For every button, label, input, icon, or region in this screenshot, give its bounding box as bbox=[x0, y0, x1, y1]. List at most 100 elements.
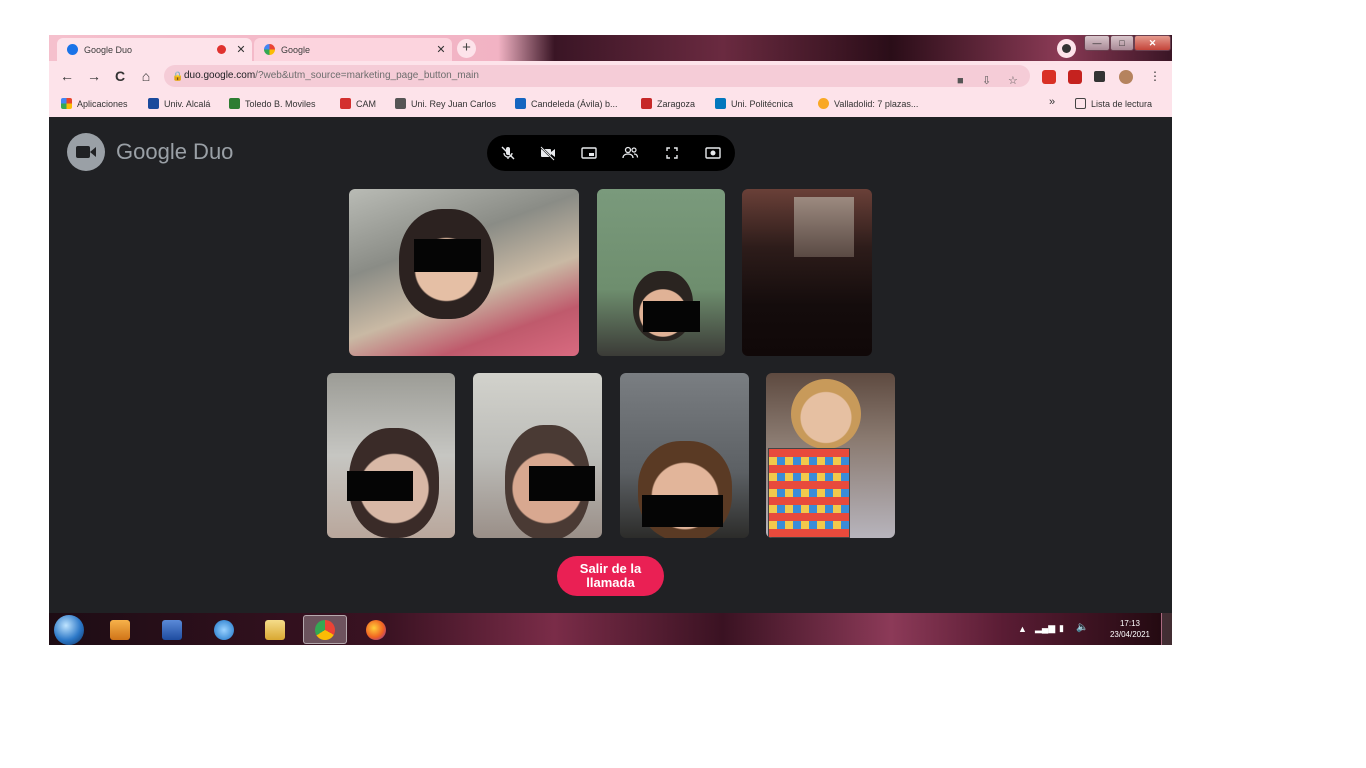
participant-video-tile bbox=[327, 373, 455, 538]
bookmark-favicon-icon bbox=[148, 98, 159, 109]
taskbar-chrome[interactable] bbox=[303, 615, 347, 644]
taskbar-word[interactable] bbox=[150, 615, 194, 644]
exit-call-button[interactable]: Salir de la llamada bbox=[557, 556, 664, 596]
home-icon[interactable]: ⌂ bbox=[137, 67, 155, 85]
reading-list-button[interactable]: Lista de lectura bbox=[1075, 98, 1152, 109]
bookmark-item[interactable]: Univ. Alcalá bbox=[148, 98, 210, 109]
system-clock[interactable]: 17:13 23/04/2021 bbox=[1110, 618, 1150, 640]
menu-kebab-icon[interactable]: ⋮ bbox=[1146, 67, 1164, 85]
participant-video-tile bbox=[473, 373, 602, 538]
volume-icon[interactable]: 🔈 bbox=[1076, 622, 1088, 633]
bookmark-favicon-icon bbox=[515, 98, 526, 109]
participant-video-tile bbox=[620, 373, 749, 538]
forward-icon[interactable]: → bbox=[85, 67, 103, 85]
apps-grid-icon bbox=[61, 98, 72, 109]
close-window-button[interactable]: ✕ bbox=[1134, 35, 1171, 51]
participant-video-tile bbox=[766, 373, 895, 538]
bookmark-item[interactable]: Aplicaciones bbox=[61, 98, 128, 109]
participant-video-tile bbox=[349, 189, 579, 356]
camera-in-use-icon[interactable]: ■ bbox=[957, 70, 964, 92]
bookmarks-bar: Aplicaciones Univ. Alcalá Toledo B. Movi… bbox=[49, 91, 1172, 117]
bookmark-favicon-icon bbox=[229, 98, 240, 109]
bookmark-label: Toledo B. Moviles bbox=[245, 98, 316, 109]
bookmark-item[interactable]: CAM bbox=[340, 98, 376, 109]
bookmark-label: Univ. Alcalá bbox=[164, 98, 211, 109]
reload-icon[interactable]: C bbox=[111, 67, 129, 85]
new-tab-button[interactable]: + bbox=[457, 39, 476, 58]
bookmark-favicon-icon bbox=[340, 98, 351, 109]
window-in-background bbox=[794, 197, 854, 257]
extensions-puzzle-icon[interactable] bbox=[1094, 71, 1105, 82]
close-tab-icon[interactable]: ✕ bbox=[234, 43, 248, 56]
bookmark-item[interactable]: Uni. Politécnica bbox=[715, 98, 793, 109]
bookmark-label: Zaragoza bbox=[657, 98, 696, 109]
face-blur-mask bbox=[643, 301, 700, 332]
maximize-button[interactable]: □ bbox=[1110, 35, 1134, 51]
participant-video-tile bbox=[597, 189, 725, 356]
bookmark-label: Candeleda (Ávila) b... bbox=[531, 98, 618, 109]
url-host: duo.google.com bbox=[184, 70, 256, 81]
install-app-icon[interactable]: ⇩ bbox=[982, 70, 991, 92]
call-controls-bar bbox=[487, 135, 735, 171]
duo-favicon-icon bbox=[67, 44, 78, 55]
reading-list-label: Lista de lectura bbox=[1091, 98, 1153, 109]
taskbar-internet-explorer[interactable] bbox=[202, 615, 246, 644]
duo-camera-icon bbox=[67, 133, 105, 171]
profile-avatar[interactable] bbox=[1119, 70, 1133, 84]
brand-name: Google Duo bbox=[116, 139, 234, 164]
bookmark-item[interactable]: Uni. Rey Juan Carlos bbox=[395, 98, 496, 109]
extension-2-icon[interactable] bbox=[1068, 70, 1082, 84]
bookmark-favicon-icon bbox=[818, 98, 829, 109]
start-button[interactable] bbox=[54, 615, 84, 645]
show-desktop-button[interactable] bbox=[1161, 613, 1172, 645]
taskbar-media-player[interactable] bbox=[98, 615, 142, 644]
face-blur-mask bbox=[529, 466, 595, 501]
taskbar-firefox[interactable] bbox=[354, 615, 398, 644]
url-path: /?web&utm_source=marketing_page_button_m… bbox=[255, 70, 479, 81]
bookmark-favicon-icon bbox=[641, 98, 652, 109]
tab-google-duo[interactable]: Google Duo ✕ bbox=[57, 38, 252, 61]
close-tab-icon[interactable]: ✕ bbox=[434, 43, 448, 56]
tab-strip: Google Duo ✕ Google ✕ + — □ ✕ bbox=[49, 35, 1172, 61]
word-icon bbox=[162, 619, 182, 640]
battery-icon[interactable]: ▮ bbox=[1059, 623, 1064, 634]
taskbar-file-explorer[interactable] bbox=[253, 615, 297, 644]
bookmark-item[interactable]: Zaragoza bbox=[641, 98, 695, 109]
back-icon[interactable]: ← bbox=[58, 67, 76, 85]
minimize-button[interactable]: — bbox=[1084, 35, 1110, 51]
bookmark-label: CAM bbox=[356, 98, 376, 109]
browser-toolbar: ← → C ⌂ 🔒 duo.google.com/?web&utm_source=… bbox=[49, 61, 1172, 91]
clock-date: 23/04/2021 bbox=[1109, 630, 1150, 639]
mic-off-icon[interactable] bbox=[499, 144, 517, 162]
fullscreen-icon[interactable] bbox=[663, 144, 681, 162]
participants-icon[interactable] bbox=[621, 144, 639, 162]
internet-explorer-icon bbox=[214, 619, 234, 640]
recording-indicator-icon bbox=[217, 45, 226, 54]
tab-google[interactable]: Google ✕ bbox=[254, 38, 452, 61]
google-duo-logo: Google Duo bbox=[67, 133, 233, 171]
network-signal-icon[interactable]: ▂▄▆ bbox=[1035, 623, 1055, 634]
bookmark-favicon-icon bbox=[715, 98, 726, 109]
face-blur-mask bbox=[642, 495, 723, 527]
screen-share-icon[interactable] bbox=[704, 144, 722, 162]
extension-1-icon[interactable] bbox=[1042, 70, 1056, 84]
clock-time: 17:13 bbox=[1119, 619, 1140, 628]
participant-video-tile bbox=[742, 189, 872, 356]
bookmark-item[interactable]: Toledo B. Moviles bbox=[229, 98, 316, 109]
tab-search-icon[interactable] bbox=[1057, 39, 1076, 58]
picture-in-picture-icon[interactable] bbox=[580, 144, 598, 162]
bookmark-label: Aplicaciones bbox=[77, 98, 128, 109]
camera-off-icon[interactable] bbox=[539, 144, 557, 162]
bookmark-item[interactable]: Valladolid: 7 plazas... bbox=[818, 98, 918, 109]
windows-taskbar: ▲ ▂▄▆ ▮ 🔈 17:13 23/04/2021 bbox=[49, 613, 1172, 645]
tray-expand-icon[interactable]: ▲ bbox=[1018, 624, 1027, 634]
tab-title: Google bbox=[281, 44, 311, 55]
lock-icon: 🔒 bbox=[172, 71, 184, 81]
bookmark-star-icon[interactable]: ☆ bbox=[1008, 70, 1018, 92]
address-bar[interactable]: 🔒 duo.google.com/?web&utm_source=marketin… bbox=[164, 65, 1030, 87]
bookmark-item[interactable]: Candeleda (Ávila) b... bbox=[515, 98, 618, 109]
bookmark-label: Uni. Rey Juan Carlos bbox=[411, 98, 497, 109]
face-blur-mask bbox=[347, 471, 413, 501]
bookmark-favicon-icon bbox=[395, 98, 406, 109]
more-bookmarks-button[interactable]: » bbox=[1049, 96, 1055, 108]
